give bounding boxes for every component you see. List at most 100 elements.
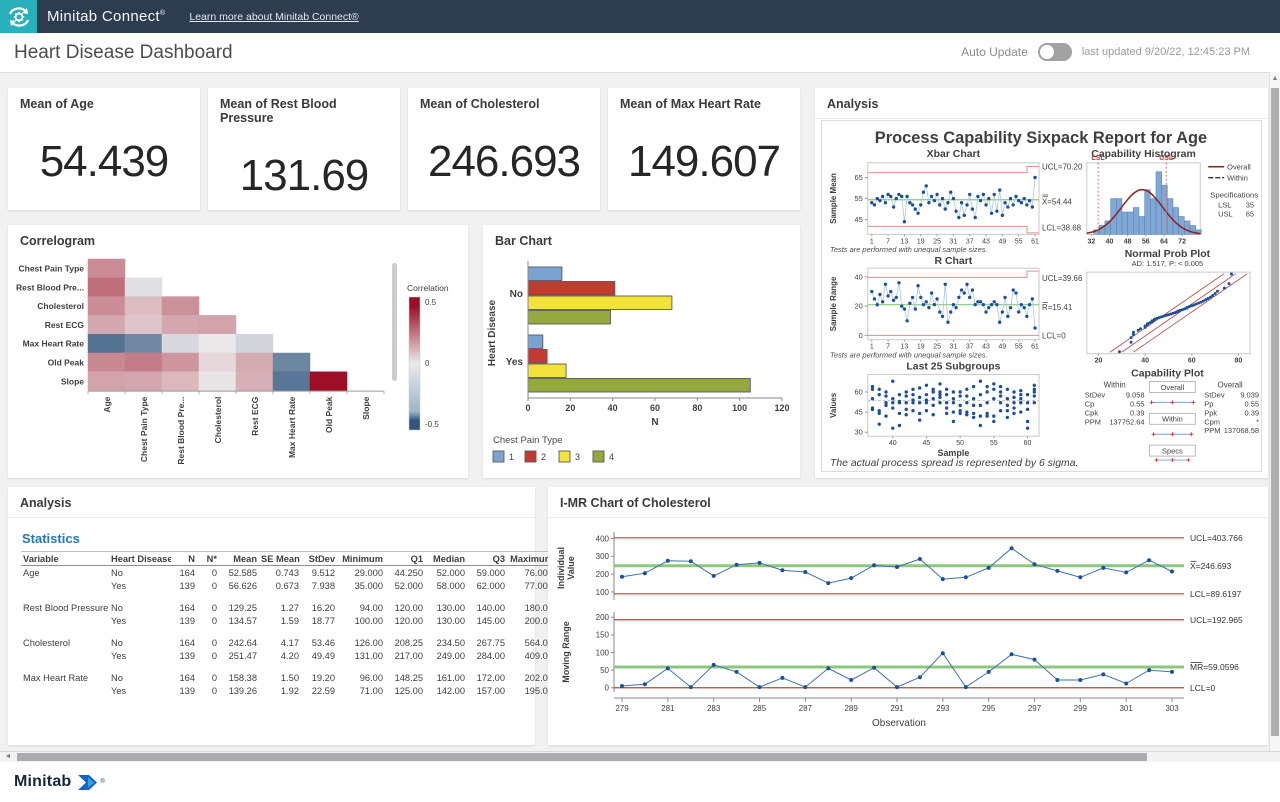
footer-brand-text: Minitab [14,773,71,791]
svg-text:281: 281 [661,704,675,713]
svg-text:55: 55 [990,440,998,447]
auto-update-label: Auto Update [961,45,1028,59]
svg-text:Overall: Overall [1218,380,1243,389]
svg-text:40: 40 [855,272,863,281]
svg-text:Rest ECG: Rest ECG [250,396,260,436]
svg-text:AD: 1.517, P: < 0.005: AD: 1.517, P: < 0.005 [1132,259,1204,268]
svg-text:Chest Pain Type: Chest Pain Type [139,396,149,462]
minitab-arrow-icon [76,774,98,791]
horizontal-scroll-thumb[interactable] [17,753,1147,761]
vertical-scroll-thumb[interactable] [1271,88,1279,736]
svg-text:LCL=89.6197: LCL=89.6197 [1190,589,1242,599]
svg-text:301: 301 [1119,704,1133,713]
svg-text:40: 40 [1106,238,1114,245]
vertical-scrollbar[interactable]: ▲ [1269,72,1280,751]
svg-text:Cholesterol: Cholesterol [37,301,84,311]
kpi-title: Mean of Max Heart Rate [608,88,800,111]
svg-text:Individual: Individual [556,547,566,589]
kpi-card-mean-age: Mean of Age 54.439 [8,88,200,210]
svg-text:Correlation: Correlation [407,283,449,293]
svg-text:50: 50 [956,440,964,447]
svg-text:43: 43 [982,238,990,245]
svg-text:UCL=192.965: UCL=192.965 [1190,615,1243,625]
correlogram-scrollbar-thumb[interactable] [392,263,397,381]
kpi-value: 131.69 [208,151,400,201]
svg-text:37: 37 [966,344,974,351]
panel-title: Bar Chart [483,225,800,248]
minitab-connect-logo[interactable] [0,0,37,33]
auto-update-toggle[interactable] [1038,43,1072,61]
svg-text:LCL=0: LCL=0 [1042,332,1066,341]
kpi-title: Mean of Cholesterol [408,88,600,111]
svg-text:Within: Within [1104,380,1126,389]
svg-text:7: 7 [886,344,890,351]
stats-row: CholesterolNo1640242.644.1753.46126.0020… [21,636,555,649]
svg-text:Yes: Yes [506,357,524,368]
stats-col-header: Variable [21,552,109,566]
svg-text:StDev: StDev [1204,390,1225,399]
stats-col-header: Median [425,552,467,566]
analysis-sixpack-panel: Analysis Process Capability Sixpack Repo… [815,88,1268,478]
dashboard-page: Minitab Connect® Learn more about Minita… [0,0,1280,802]
svg-text:Capability Plot: Capability Plot [1131,369,1204,380]
footer-reg-mark: ® [100,779,104,785]
svg-text:1: 1 [509,452,514,462]
svg-text:The actual process spread is r: The actual process spread is represented… [830,458,1078,469]
svg-text:Within: Within [1227,174,1248,183]
kpi-value: 246.693 [408,137,600,187]
stats-col-header: Q3 [467,552,507,566]
svg-text:UCL=403.766: UCL=403.766 [1190,533,1243,543]
correlogram-heatmap: Chest Pain TypeRest Blood Pre...Choleste… [8,253,468,478]
scroll-left-arrow[interactable]: ◄ [2,752,14,762]
svg-text:55: 55 [855,194,863,203]
svg-text:0: 0 [525,403,530,413]
svg-text:PPM: PPM [1204,426,1220,435]
svg-text:PPM: PPM [1085,417,1101,426]
svg-text:45: 45 [923,440,931,447]
svg-text:Overall: Overall [1227,163,1251,172]
svg-text:UCL=39.66: UCL=39.66 [1042,274,1083,283]
panel-title: Analysis [815,88,1268,119]
svg-text:Max Heart Rate: Max Heart Rate [287,396,297,458]
correlogram-panel: Correlogram Chest Pain TypeRest Blood Pr… [8,225,468,478]
svg-text:Specifications: Specifications [1210,191,1258,200]
svg-text:X=54.44: X=54.44 [1042,198,1072,207]
stats-row: Rest Blood PressureNo1640129.251.2716.20… [21,601,555,614]
svg-text:Cpk: Cpk [1085,408,1099,417]
svg-text:137752.64: 137752.64 [1109,417,1144,426]
topbar: Minitab Connect® Learn more about Minita… [0,0,1280,33]
svg-text:Capability Histogram: Capability Histogram [1091,149,1195,160]
svg-text:Sample Mean: Sample Mean [829,173,838,224]
imr-chart-panel: I-MR Chart of Cholesterol 100200300400In… [548,487,1268,745]
svg-text:48: 48 [1124,238,1132,245]
svg-text:31: 31 [950,344,958,351]
svg-text:64: 64 [1160,238,1168,245]
svg-text:20: 20 [1095,358,1103,365]
svg-text:Tests are performed with unequ: Tests are performed with unequal sample … [830,351,988,360]
svg-text:56: 56 [1142,238,1150,245]
svg-text:9.039: 9.039 [1240,390,1259,399]
svg-text:50: 50 [600,666,609,675]
bar-chart-svg: Heart DiseaseNoYes020406080100120NChest … [483,253,800,478]
svg-text:Within: Within [1162,415,1183,424]
svg-text:80: 80 [692,403,702,413]
svg-text:No: No [510,289,523,300]
kpi-value: 54.439 [8,137,200,187]
svg-text:Chest Pain Type: Chest Pain Type [19,264,85,274]
learn-more-link[interactable]: Learn more about Minitab Connect® [189,11,358,23]
kpi-title: Mean of Age [8,88,200,111]
svg-text:100: 100 [596,648,610,657]
scroll-up-arrow[interactable]: ▲ [1271,74,1279,84]
svg-text:Age: Age [102,396,112,412]
svg-text:35: 35 [1246,201,1254,210]
svg-text:20: 20 [565,403,575,413]
svg-text:303: 303 [1165,704,1179,713]
svg-text:0.39: 0.39 [1244,408,1259,417]
svg-text:32: 32 [1087,238,1095,245]
svg-text:40: 40 [608,403,618,413]
kpi-card-mean-max-hr: Mean of Max Heart Rate 149.607 [608,88,800,210]
svg-text:65: 65 [855,173,863,182]
brand-name: Minitab Connect® [47,8,165,25]
svg-text:0: 0 [859,331,863,340]
svg-text:Slope: Slope [361,396,371,419]
